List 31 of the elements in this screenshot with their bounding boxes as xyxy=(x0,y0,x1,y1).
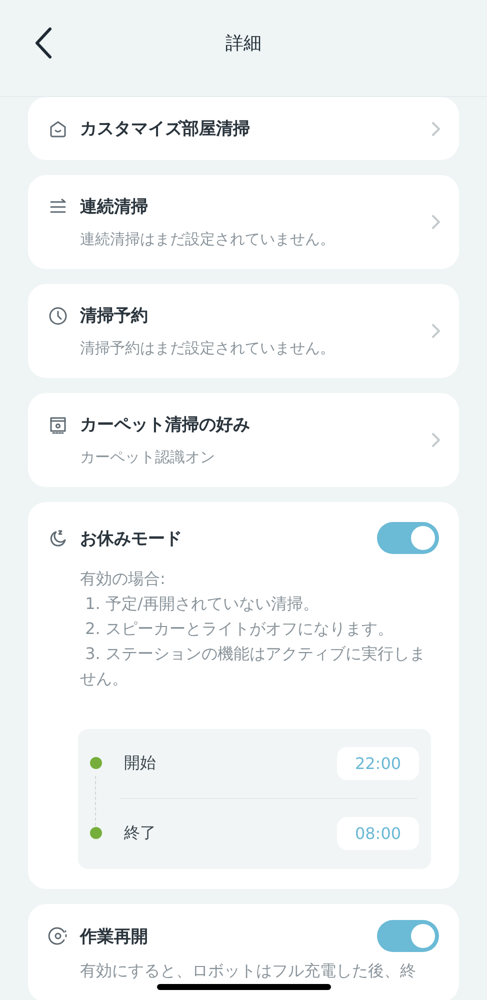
description-text: 有効にすると、ロボットはフル充電した後、終 xyxy=(80,960,417,982)
card-title: カーペット清掃の好み xyxy=(80,414,250,436)
settings-card[interactable]: 連続清掃 連続清掃はまだ設定されていません。 xyxy=(28,175,459,269)
chevron-icon xyxy=(431,323,441,339)
chevron-icon xyxy=(431,214,441,230)
toggle-switch[interactable] xyxy=(377,920,439,952)
card-subtitle: カーペット認識オン xyxy=(80,448,216,467)
status-dot xyxy=(90,827,102,839)
card-title: 作業再開 xyxy=(80,926,148,948)
settings-card[interactable]: カーペット清掃の好み カーペット認識オン xyxy=(28,393,459,487)
status-dot xyxy=(90,757,102,769)
settings-card[interactable]: 清掃予約 清掃予約はまだ設定されていません。 xyxy=(28,284,459,378)
clock-icon xyxy=(48,306,68,326)
card-title: お休みモード xyxy=(80,528,182,550)
page-title: 詳細 xyxy=(226,32,262,55)
chevron-icon xyxy=(431,120,441,136)
carpet-icon xyxy=(48,414,68,434)
settings-card[interactable]: カスタマイズ部屋清掃 xyxy=(28,97,459,160)
moon-icon xyxy=(48,528,68,548)
time-label: 終了 xyxy=(124,822,156,844)
card-title: 清掃予約 xyxy=(80,305,148,327)
resume-icon xyxy=(48,926,68,946)
description-text: 有効の場合: 1. 予定/再開されていない清掃。 2. スピーカーとライトがオフになります。 3. ステーションの機能はアクティブに実行しません。 xyxy=(80,568,426,690)
card-subtitle: 清掃予約はまだ設定されていません。 xyxy=(80,339,336,358)
card-title: カスタマイズ部屋清掃 xyxy=(80,118,250,140)
toggle-switch[interactable] xyxy=(377,522,439,554)
chevron-icon xyxy=(431,432,441,448)
time-label: 開始 xyxy=(124,752,156,774)
card-title: 連続清掃 xyxy=(80,196,148,218)
card-subtitle: 連続清掃はまだ設定されていません。 xyxy=(80,230,336,249)
house-icon xyxy=(48,118,68,138)
